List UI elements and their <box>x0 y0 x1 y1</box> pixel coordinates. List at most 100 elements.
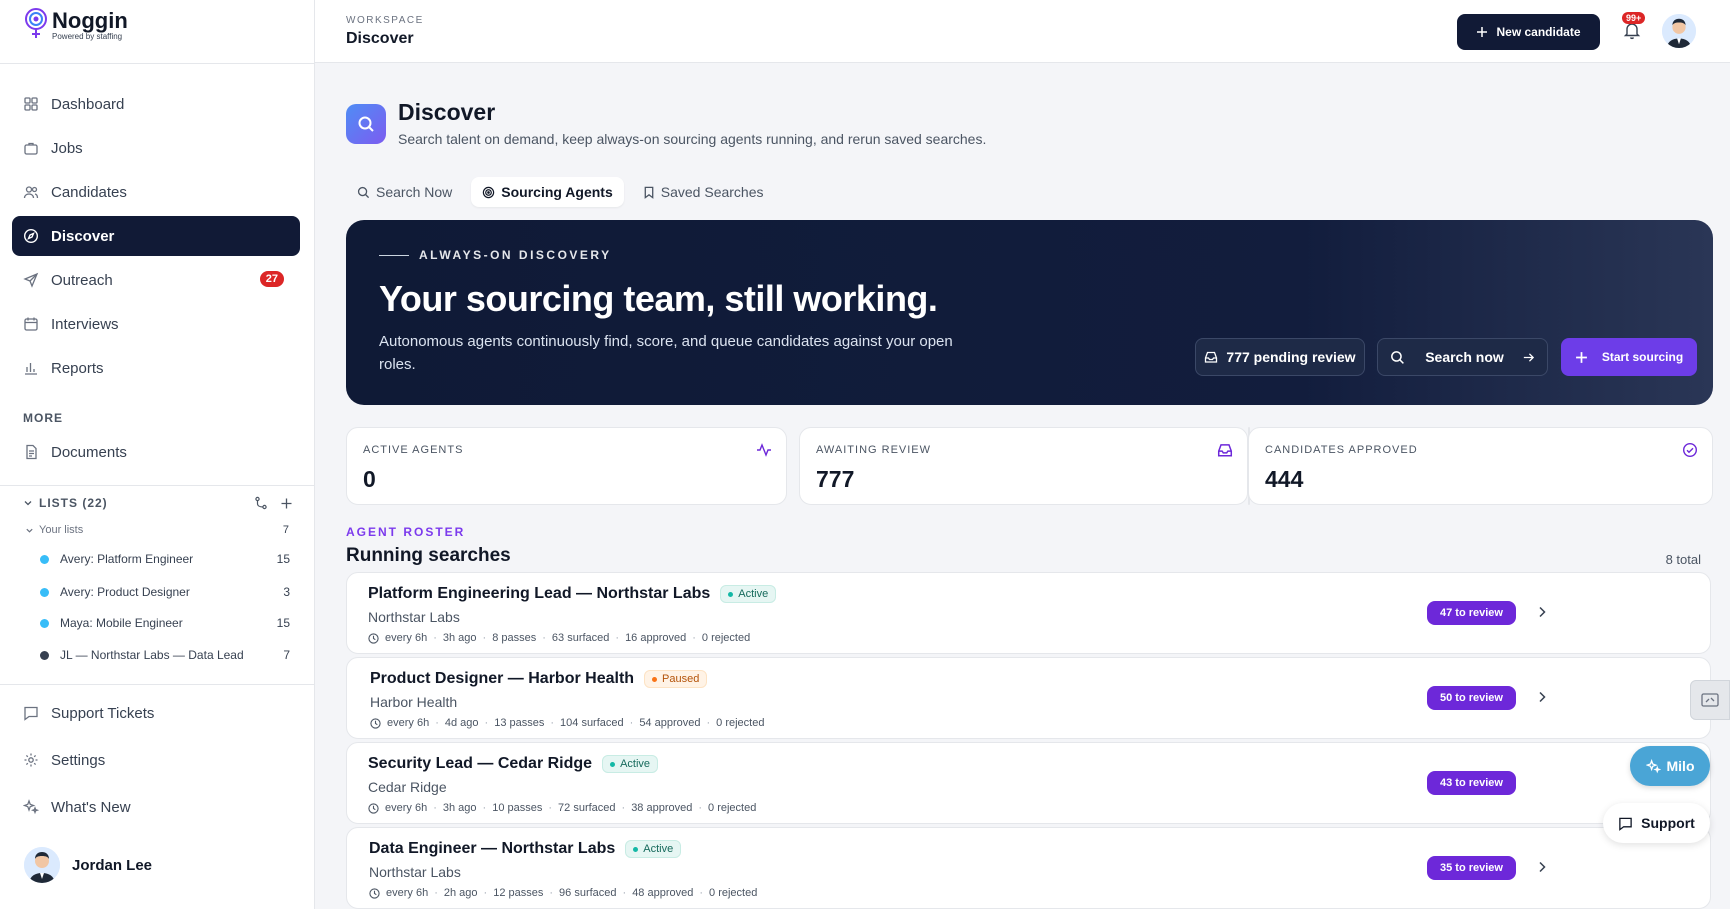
search-icon <box>1391 350 1405 364</box>
status-badge: Active <box>602 755 659 773</box>
branch-icon[interactable] <box>254 496 268 510</box>
nav-discover[interactable]: Discover <box>12 216 300 256</box>
roster-title: Running searches <box>346 545 511 566</box>
nav-whats-new[interactable]: What's New <box>12 787 300 827</box>
search-now-button[interactable]: Search now <box>1377 338 1548 376</box>
agent-row[interactable]: Security Lead — Cedar Ridge Active Cedar… <box>346 742 1711 824</box>
clock-icon <box>368 802 379 814</box>
avatar[interactable] <box>1662 14 1696 48</box>
meta-ago: 3h ago <box>442 632 477 644</box>
pending-review-button[interactable]: 777 pending review <box>1195 338 1365 376</box>
list-label: JL — Northstar Labs — Data Lead <box>60 648 244 662</box>
top-bar: WORKSPACE Discover New candidate 99+ <box>315 0 1730 63</box>
to-review-pill[interactable]: 43 to review <box>1427 771 1516 795</box>
nav-dashboard[interactable]: Dashboard <box>12 84 300 124</box>
sparkles-icon <box>1645 758 1661 773</box>
meta-every: every 6h <box>387 717 430 729</box>
meta-every: every 6h <box>385 802 428 814</box>
start-sourcing-button[interactable]: Start sourcing <box>1561 338 1697 376</box>
nav-label: Jobs <box>51 139 83 157</box>
nav-documents[interactable]: Documents <box>12 432 300 472</box>
meta-surfaced: 104 surfaced <box>560 717 624 729</box>
to-review-pill[interactable]: 35 to review <box>1427 856 1516 880</box>
agent-company: Harbor Health <box>370 694 458 710</box>
list-color-dot <box>40 554 49 564</box>
agent-company: Cedar Ridge <box>368 779 447 795</box>
support-button[interactable]: Support <box>1603 803 1710 843</box>
divider <box>0 684 315 685</box>
stat-label: AWAITING REVIEW <box>816 444 932 456</box>
to-review-pill[interactable]: 47 to review <box>1427 601 1516 625</box>
user-profile[interactable]: Jordan Lee <box>24 847 152 883</box>
status-dot <box>652 676 658 682</box>
meta-passes: 8 passes <box>492 632 537 644</box>
list-item[interactable]: Avery: Platform Engineer 15 <box>40 552 290 566</box>
tab-sourcing-agents[interactable]: Sourcing Agents <box>471 177 624 207</box>
new-candidate-button[interactable]: New candidate <box>1457 14 1600 50</box>
chevron-right-icon[interactable] <box>1535 860 1549 874</box>
list-item[interactable]: Maya: Mobile Engineer 15 <box>40 616 290 630</box>
nav-jobs[interactable]: Jobs <box>12 128 300 168</box>
nav-outreach[interactable]: Outreach 27 <box>12 260 300 300</box>
lists-header[interactable]: LISTS (22) <box>23 496 293 510</box>
meta-separator: · <box>434 887 438 899</box>
agent-row[interactable]: Product Designer — Harbor Health Paused … <box>346 657 1711 739</box>
your-lists-group[interactable]: Your lists 7 <box>25 524 289 536</box>
plus-icon <box>1477 27 1488 37</box>
target-icon <box>483 186 495 198</box>
stat-card-active-agents: ACTIVE AGENTS 0 <box>346 427 787 505</box>
milo-assistant-button[interactable]: Milo <box>1630 746 1710 786</box>
meta-separator: · <box>484 717 489 729</box>
list-item[interactable]: Avery: Product Designer 3 <box>40 585 290 599</box>
milo-label: Milo <box>1666 758 1695 774</box>
calendar-icon <box>23 316 39 332</box>
meta-separator: · <box>621 802 626 814</box>
meta-separator: · <box>548 802 553 814</box>
nav-candidates[interactable]: Candidates <box>12 172 300 212</box>
agent-row[interactable]: Data Engineer — Northstar Labs Active No… <box>346 827 1711 909</box>
nav-label: Reports <box>51 359 104 377</box>
list-item[interactable]: JL — Northstar Labs — Data Lead 7 <box>40 648 290 662</box>
collapse-panel-handle[interactable] <box>1690 680 1730 720</box>
notification-badge: 99+ <box>1622 12 1646 24</box>
sidebar: Noggin Powered by staffing Dashboard Job… <box>0 0 315 909</box>
list-count: 3 <box>283 585 290 599</box>
agent-title-text: Data Engineer — Northstar Labs <box>369 840 616 857</box>
to-review-pill[interactable]: 50 to review <box>1427 686 1516 710</box>
chevron-right-icon[interactable] <box>1535 605 1549 619</box>
page-subtitle: Search talent on demand, keep always-on … <box>398 131 987 147</box>
nav-settings[interactable]: Settings <box>12 740 300 780</box>
chevron-right-icon[interactable] <box>1535 690 1549 704</box>
nav-label: Documents <box>51 443 127 461</box>
meta-separator: · <box>706 717 711 729</box>
meta-passes: 12 passes <box>493 887 544 899</box>
activity-icon <box>757 443 771 457</box>
agent-title: Security Lead — Cedar Ridge Active <box>368 755 659 773</box>
support-label: Support <box>1641 815 1695 831</box>
clock-icon <box>370 717 381 729</box>
meta-separator: · <box>692 632 696 644</box>
workspace-label: WORKSPACE <box>346 15 424 26</box>
agent-title-text: Platform Engineering Lead — Northstar La… <box>368 585 711 602</box>
logo[interactable]: Noggin Powered by staffing <box>24 8 128 41</box>
meta-separator: · <box>542 632 546 644</box>
avatar <box>24 847 60 883</box>
meta-separator: · <box>699 887 704 899</box>
tab-saved-searches[interactable]: Saved Searches <box>632 177 775 207</box>
meta-separator: · <box>433 802 437 814</box>
nav-interviews[interactable]: Interviews <box>12 304 300 344</box>
tab-label: Search Now <box>376 184 453 200</box>
stat-card-awaiting-review: AWAITING REVIEW 777 <box>799 427 1248 505</box>
plus-icon[interactable] <box>280 497 293 510</box>
status-dot <box>610 761 616 767</box>
nav-reports[interactable]: Reports <box>12 348 300 388</box>
nav-support-tickets[interactable]: Support Tickets <box>12 693 300 733</box>
tab-search-now[interactable]: Search Now <box>346 177 463 207</box>
agent-row[interactable]: Platform Engineering Lead — Northstar La… <box>346 572 1711 654</box>
meta-every: every 6h <box>386 887 429 899</box>
meta-approved: 16 approved <box>625 632 687 644</box>
nav-label: Dashboard <box>51 95 125 113</box>
status-badge: Paused <box>644 670 708 688</box>
nav-label: Candidates <box>51 183 127 201</box>
app-tagline: Powered by staffing <box>52 32 123 41</box>
